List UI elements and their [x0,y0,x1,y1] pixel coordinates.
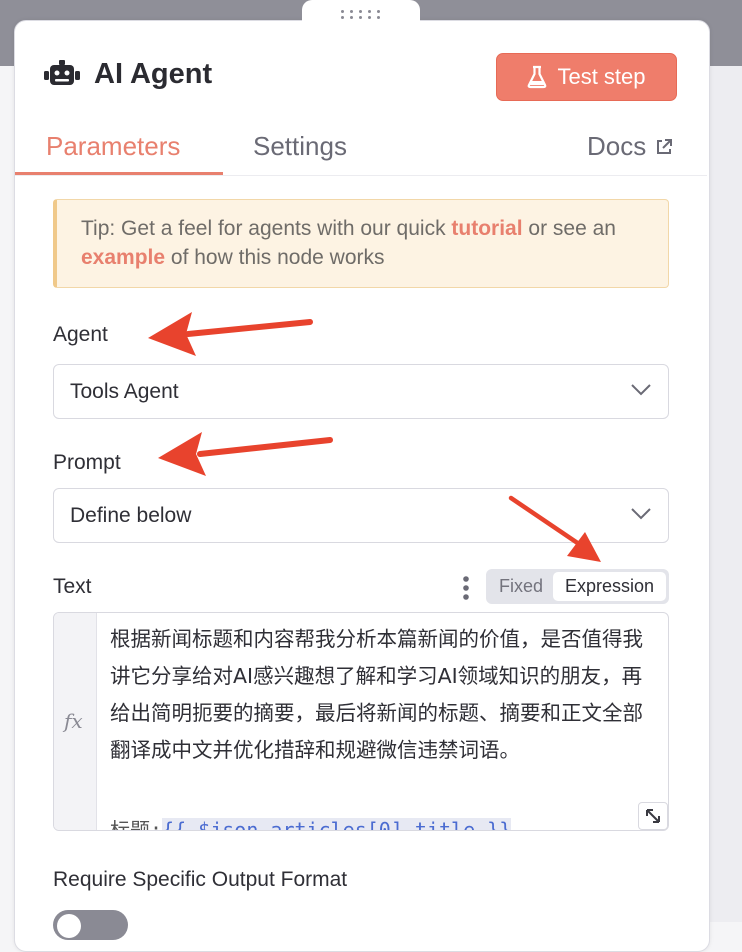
tab-docs[interactable]: Docs [587,131,674,162]
tutorial-link[interactable]: tutorial [451,217,522,240]
more-options-icon[interactable] [462,575,470,601]
grip-icon [341,9,381,19]
prompt-label: Prompt [53,451,121,474]
editor-expression-line: 标题:{{ $json.articles[0].title }} [110,814,512,831]
tip-text-middle: or see an [522,217,616,240]
agent-label: Agent [53,323,108,346]
annotation-arrow-prompt [158,432,333,476]
agent-select-value: Tools Agent [70,379,179,403]
prompt-select-value: Define below [70,503,192,527]
fx-icon: fx [64,709,83,733]
node-title: AI Agent [94,58,213,90]
agent-select[interactable]: Tools Agent [53,364,669,419]
side-strip [708,66,742,922]
active-tab-indicator [15,172,223,175]
tabs-divider [15,175,707,176]
mode-fixed-option[interactable]: Fixed [489,572,553,601]
switch-knob [57,914,81,938]
expression-editor[interactable]: fx 根据新闻标题和内容帮我分析本篇新闻的价值，是否值得我讲它分享给对AI感兴趣… [53,612,669,831]
tip-text-suffix: of how this node works [165,246,385,269]
expand-editor-button[interactable] [638,802,668,830]
annotation-arrow-agent [148,312,313,356]
editor-text: 根据新闻标题和内容帮我分析本篇新闻的价值，是否值得我讲它分享给对AI感兴趣想了解… [110,627,643,762]
test-step-button[interactable]: Test step [496,53,677,101]
tip-text-prefix: Tip: Get a feel for agents with our quic… [81,217,452,240]
flask-icon [528,65,547,89]
chevron-down-icon [631,508,651,520]
fixed-expression-toggle: Fixed Expression [486,569,669,604]
text-label: Text [53,575,92,598]
drag-handle[interactable] [302,0,420,28]
tab-settings[interactable]: Settings [253,131,347,162]
annotation-arrow-expression [508,495,601,562]
chevron-down-icon [631,384,651,396]
tab-parameters[interactable]: Parameters [46,131,180,162]
external-link-icon [657,138,673,154]
tab-docs-label: Docs [587,131,647,161]
expression-prefix: 标题: [110,818,163,831]
mode-expression-option[interactable]: Expression [553,572,666,601]
expand-icon [646,809,660,823]
example-link[interactable]: example [81,246,165,269]
tip-callout: Tip: Get a feel for agents with our quic… [53,199,669,288]
require-output-label: Require Specific Output Format [53,868,348,891]
expression-token: {{ $json.articles[0].title }} [162,818,512,830]
test-step-label: Test step [557,64,646,89]
robot-icon [44,60,80,85]
